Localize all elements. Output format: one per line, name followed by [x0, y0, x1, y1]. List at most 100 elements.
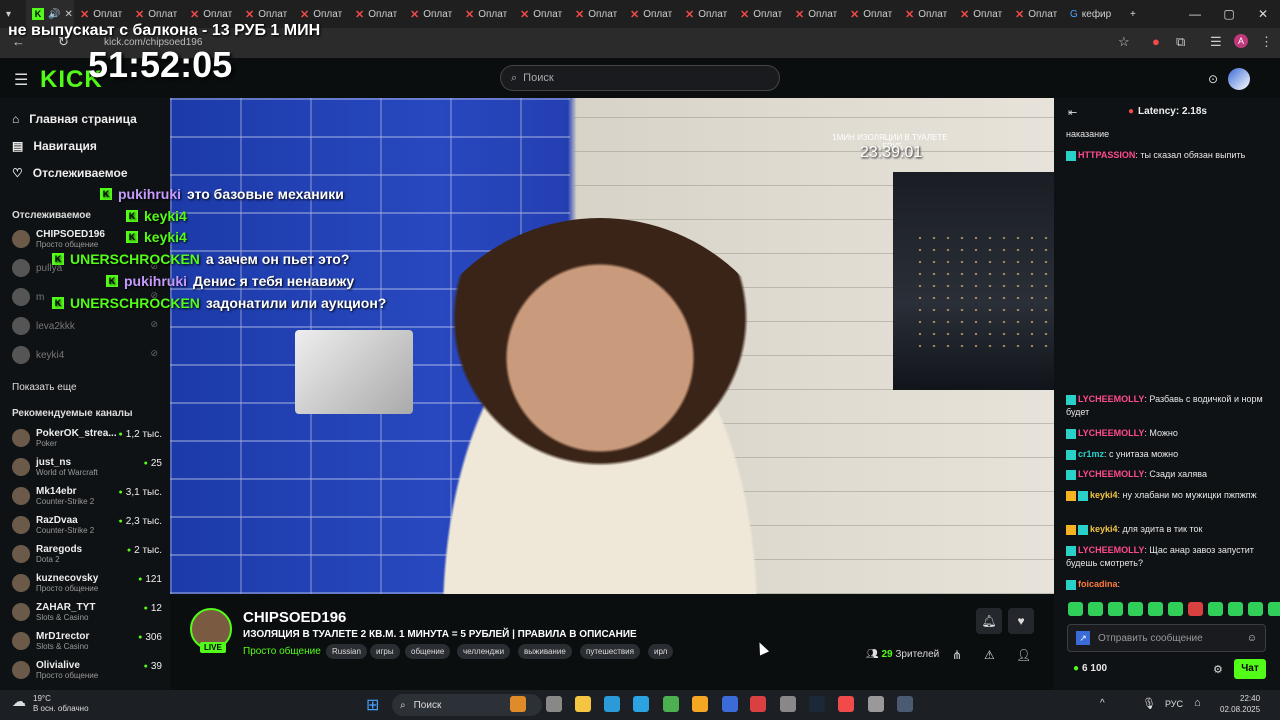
close-window-button[interactable]: ✕: [1246, 0, 1280, 28]
notifications-icon[interactable]: ⊙: [1208, 72, 1218, 86]
app-red-icon[interactable]: [750, 696, 766, 712]
steam-icon[interactable]: [809, 696, 825, 712]
nav-following[interactable]: ♡ Отслеживаемое: [12, 166, 128, 180]
stream-tag[interactable]: челленджи: [457, 644, 511, 659]
chat-settings-icon[interactable]: ⚙: [1213, 663, 1223, 676]
hamburger-menu-icon[interactable]: ☰: [14, 70, 28, 90]
streamer-name[interactable]: CHIPSOED196: [243, 609, 346, 626]
emote-icon[interactable]: [1088, 602, 1103, 616]
browser-tab[interactable]: ✕ Оплат: [679, 0, 734, 28]
stream-tag[interactable]: ирл: [648, 644, 674, 659]
send-chat-button[interactable]: Чат: [1234, 659, 1266, 679]
browser-menu-icon[interactable]: ⋮: [1260, 34, 1273, 50]
chat-input[interactable]: ↗ Отправить сообщение ☺: [1067, 624, 1266, 652]
browser-tab[interactable]: ✕ Оплат: [404, 0, 459, 28]
emote-icon[interactable]: [1148, 602, 1163, 616]
app-orange-icon[interactable]: [692, 696, 708, 712]
yandex-icon[interactable]: [838, 696, 854, 712]
app-gear-icon[interactable]: [780, 696, 796, 712]
calculator-icon[interactable]: [897, 696, 913, 712]
chat-username[interactable]: LYCHEEMOLLY: [1078, 394, 1144, 404]
language-indicator[interactable]: РУС: [1165, 699, 1183, 709]
profile-icon[interactable]: 👤︎: [1016, 648, 1031, 662]
recommended-channel[interactable]: kuznecovskyПросто общение121: [12, 570, 162, 596]
mute-icon[interactable]: 🔊: [48, 9, 60, 20]
file-explorer-icon[interactable]: [575, 696, 591, 712]
media-icon[interactable]: ☰: [1210, 34, 1222, 50]
following-channel[interactable]: leva2kkk ⊘: [12, 313, 162, 339]
widgets-icon[interactable]: [510, 696, 526, 712]
report-icon[interactable]: ⚠: [984, 648, 995, 662]
notify-bell-button[interactable]: 🔔︎: [976, 608, 1002, 634]
minimize-button[interactable]: —: [1178, 0, 1212, 28]
extensions-puzzle-icon[interactable]: ⧉: [1176, 34, 1185, 50]
recommended-channel[interactable]: RaregodsDota 22 тыс.: [12, 541, 162, 567]
emote-icon[interactable]: [1228, 602, 1243, 616]
browser-tab[interactable]: ✕ Оплат: [734, 0, 789, 28]
stream-category[interactable]: Просто общение: [243, 646, 321, 657]
browser-tab[interactable]: ✕ Оплат: [899, 0, 954, 28]
collapse-chat-icon[interactable]: ⇤: [1068, 106, 1077, 119]
chat-username[interactable]: keyki4: [1090, 524, 1118, 534]
chat-username[interactable]: LYCHEEMOLLY: [1078, 469, 1144, 479]
stream-tag[interactable]: общение: [405, 644, 451, 659]
network-icon[interactable]: ⌂: [1194, 697, 1201, 709]
stream-tag[interactable]: игры: [370, 644, 400, 659]
windows-start-icon[interactable]: ⊞: [366, 695, 379, 715]
recommended-channel[interactable]: RazDvaaCounter-Strike 22,3 тыс.: [12, 512, 162, 538]
user-avatar[interactable]: [1228, 68, 1251, 90]
stream-tag[interactable]: выживание: [518, 644, 572, 659]
recommended-channel[interactable]: MrD1rectorSlots & Casino306: [12, 628, 162, 654]
recommended-channel[interactable]: Mk14ebrCounter-Strike 23,1 тыс.: [12, 483, 162, 509]
emote-icon[interactable]: [1108, 602, 1123, 616]
recommended-channel[interactable]: OlivialiveПросто общение39: [12, 657, 162, 683]
emoji-icon[interactable]: ☺: [1247, 633, 1257, 644]
emote-icon[interactable]: [1268, 602, 1280, 616]
chat-username[interactable]: cr1mz: [1078, 449, 1104, 459]
emote-icon[interactable]: [1248, 602, 1263, 616]
following-channel[interactable]: keyki4 ⊘: [12, 342, 162, 368]
search-input[interactable]: ⌕ Поиск: [500, 65, 780, 91]
emote-icon[interactable]: [1208, 602, 1223, 616]
browser-tab[interactable]: ✕ Оплат: [569, 0, 624, 28]
microphone-icon[interactable]: 🎙︎: [1142, 697, 1156, 710]
edge-icon[interactable]: [604, 696, 620, 712]
settings-icon[interactable]: [868, 696, 884, 712]
extension-icon[interactable]: ●: [1152, 34, 1160, 49]
maximize-button[interactable]: ▢: [1212, 0, 1246, 28]
close-tab-icon[interactable]: ✕: [64, 9, 72, 20]
emote-icon[interactable]: [1128, 602, 1143, 616]
nav-browse[interactable]: ▤ Навигация: [12, 139, 97, 153]
show-more-link[interactable]: Показать еще: [12, 382, 77, 393]
share-icon[interactable]: ⋔: [952, 648, 962, 662]
follow-button[interactable]: ♥: [1008, 608, 1034, 634]
stream-tag[interactable]: Russian: [326, 644, 367, 659]
chat-username[interactable]: keyki4: [1090, 490, 1118, 500]
recommended-channel[interactable]: PokerOK_strea...Poker1,2 тыс.: [12, 425, 162, 451]
chat-username[interactable]: LYCHEEMOLLY: [1078, 545, 1144, 555]
browser-tab[interactable]: ✕ Оплат: [844, 0, 899, 28]
chat-username[interactable]: HTTPASSION: [1078, 150, 1135, 160]
emote-icon[interactable]: [1188, 602, 1203, 616]
weather-widget[interactable]: ☁ 19°C В осн. облачно: [12, 694, 89, 714]
chart-app-icon[interactable]: [722, 696, 738, 712]
emote-icon[interactable]: [1168, 602, 1183, 616]
nav-home[interactable]: ⌂ Главная страница: [12, 112, 137, 126]
channel-points[interactable]: 6 100: [1073, 663, 1107, 674]
chat-username[interactable]: LYCHEEMOLLY: [1078, 428, 1144, 438]
browser-tab[interactable]: ✕ Оплат: [514, 0, 569, 28]
browser-tab[interactable]: ✕ Оплат: [349, 0, 404, 28]
browser-tab[interactable]: ✕ Оплат: [789, 0, 844, 28]
recommended-channel[interactable]: ZAHAR_TYTSlots & Casino12: [12, 599, 162, 625]
taskbar-clock[interactable]: 22:40 02.08.2025: [1220, 693, 1260, 715]
telegram-icon[interactable]: [633, 696, 649, 712]
profile-avatar[interactable]: A: [1234, 34, 1248, 48]
chrome-icon[interactable]: [663, 696, 679, 712]
browser-tab[interactable]: ✕ Оплат: [1009, 0, 1064, 28]
bookmark-star-icon[interactable]: ☆: [1118, 34, 1130, 50]
recommended-channel[interactable]: just_nsWorld of Warcraft25: [12, 454, 162, 480]
stream-tag[interactable]: путешествия: [580, 644, 640, 659]
tray-chevron-icon[interactable]: ^: [1100, 698, 1105, 709]
emote-icon[interactable]: [1068, 602, 1083, 616]
browser-tab[interactable]: ✕ Оплат: [624, 0, 679, 28]
